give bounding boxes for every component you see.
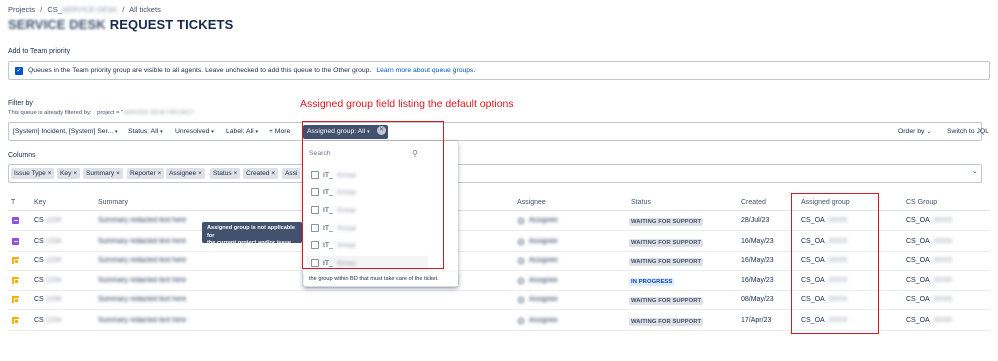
filter-chip-resolution[interactable]: Unresolved ▾	[175, 128, 214, 135]
status-badge: WAITING FOR SUPPORT	[629, 258, 704, 266]
header-created[interactable]: Created	[741, 199, 766, 206]
issue-summary[interactable]: Summary redacted text here	[98, 277, 186, 284]
issue-cs-group: CS_OA_XXXX	[906, 257, 953, 264]
issue-summary[interactable]: Summary redacted text here	[98, 296, 186, 303]
issue-key[interactable]: CS 1234	[34, 238, 61, 245]
issue-assignee: Assignee	[529, 277, 558, 284]
issue-key[interactable]: CS 1234	[34, 217, 61, 224]
header-status[interactable]: Status	[631, 199, 651, 206]
issue-type-icon	[12, 317, 19, 324]
status-badge: IN PROGRESS	[629, 278, 675, 286]
annotation-box-dropdown	[302, 121, 444, 269]
header-assignee[interactable]: Assignee	[517, 199, 546, 206]
avatar	[517, 217, 525, 225]
filter-already-value: project = "	[97, 110, 124, 116]
issue-cs-group: CS_OA_XXXX	[906, 317, 953, 324]
issue-summary[interactable]: Summary redacted text here	[98, 238, 186, 245]
header-summary[interactable]: Summary	[98, 199, 128, 206]
breadcrumb-project-redacted[interactable]: SERVICE DESK	[62, 5, 117, 14]
issue-key[interactable]: CS 1234	[34, 317, 61, 324]
header-key[interactable]: Key	[34, 199, 46, 206]
columns-label: Columns	[8, 152, 36, 159]
column-chip-reporter[interactable]: Reporter ×	[127, 168, 165, 179]
columns-chevron-icon[interactable]: ⌄	[972, 167, 978, 175]
filter-chip-issue-type[interactable]: [System] Incident, [System] Ser... ▾	[13, 128, 118, 135]
breadcrumb: Projects / CS_SERVICE DESK / All tickets	[8, 5, 164, 14]
not-applicable-tooltip: Assigned group is not applicable for the…	[202, 222, 302, 254]
status-badge: WAITING FOR SUPPORT	[629, 239, 704, 247]
learn-more-link[interactable]: Learn more about queue groups.	[376, 67, 475, 74]
filter-already-redacted: SERVICE DESK PROJECT	[123, 110, 195, 116]
status-badge: WAITING FOR SUPPORT	[629, 218, 704, 226]
avatar	[517, 257, 525, 265]
status-badge: WAITING FOR SUPPORT	[629, 297, 704, 305]
more-filters-button[interactable]: + More	[269, 128, 290, 135]
issue-assignee: Assignee	[529, 238, 558, 245]
page-title-text: REQUEST TICKETS	[109, 17, 234, 32]
page-title-redacted: SERVICE DESK	[8, 17, 106, 32]
avatar	[517, 317, 525, 325]
column-chip-assigned-group[interactable]: Assi	[282, 168, 301, 179]
team-priority-text: Queues in the Team priority group are vi…	[28, 67, 372, 74]
issue-created: 16/May/23	[741, 277, 774, 284]
issue-summary[interactable]: Summary redacted text here	[98, 317, 186, 324]
issue-type-icon	[12, 257, 19, 264]
issue-assignee: Assignee	[529, 217, 558, 224]
issue-created: 08/May/23	[741, 296, 774, 303]
annotation-text: Assigned group field listing the default…	[300, 98, 514, 110]
issue-cs-group: CS_OA_XXXX	[906, 277, 953, 284]
column-chip-created[interactable]: Created ×	[243, 168, 279, 179]
filter-already: This queue is already filtered by: proje…	[8, 110, 195, 116]
team-priority-label: Add to Team priority	[8, 48, 71, 55]
header-type: T	[11, 199, 16, 206]
avatar	[517, 277, 525, 285]
breadcrumb-projects[interactable]: Projects	[8, 5, 35, 14]
avatar	[517, 296, 525, 304]
issue-assignee: Assignee	[529, 296, 558, 303]
issue-type-icon	[12, 277, 19, 284]
issue-key[interactable]: CS 1234	[34, 277, 61, 284]
column-chip-status[interactable]: Status ×	[210, 168, 241, 179]
breadcrumb-separator: /	[40, 5, 43, 14]
issue-type-icon	[12, 217, 19, 224]
header-cs-group[interactable]: CS Group	[906, 199, 937, 206]
issue-summary[interactable]: Summary redacted text here	[98, 257, 186, 264]
issue-type-icon	[12, 238, 19, 245]
filter-label: Filter by	[8, 100, 33, 107]
issue-type-icon	[12, 296, 19, 303]
team-priority-box: ✓ Queues in the Team priority group are …	[8, 61, 990, 80]
issue-cs-group: CS_OA_XXXX	[906, 217, 953, 224]
order-by-button[interactable]: Order by ⌄	[898, 128, 931, 135]
breadcrumb-separator: /	[122, 5, 125, 14]
filter-chip-status[interactable]: Status: All ▾	[128, 128, 163, 135]
switch-to-jql-link[interactable]: Switch to JQL	[947, 128, 989, 135]
annotation-box-assigned-group	[791, 193, 879, 334]
column-chip-key[interactable]: Key ×	[57, 168, 81, 179]
issue-cs-group: CS_OA_XXXX	[906, 296, 953, 303]
issue-key[interactable]: CS 1234	[34, 296, 61, 303]
avatar	[517, 238, 525, 246]
issue-cs-group: CS_OA_XXXX	[906, 238, 953, 245]
issue-key[interactable]: CS 1234	[34, 257, 61, 264]
column-chip-summary[interactable]: Summary ×	[83, 168, 123, 179]
issue-created: 16/May/23	[741, 238, 774, 245]
breadcrumb-project[interactable]: CS_	[47, 5, 62, 14]
issue-assignee: Assignee	[529, 317, 558, 324]
status-badge: WAITING FOR SUPPORT	[629, 318, 704, 326]
column-chip-assignee[interactable]: Assignee ×	[166, 168, 205, 179]
issue-created: 28/Jul/23	[741, 217, 770, 224]
issue-created: 16/May/23	[741, 257, 774, 264]
issue-assignee: Assignee	[529, 257, 558, 264]
team-priority-checkbox[interactable]: ✓	[15, 66, 23, 75]
issue-created: 17/Apr/23	[741, 317, 772, 324]
issue-summary[interactable]: Summary redacted text here	[98, 217, 186, 224]
column-chip-issue-type[interactable]: Issue Type ×	[11, 168, 55, 179]
breadcrumb-current[interactable]: All tickets	[129, 5, 161, 14]
field-description: the group within BD that must take care …	[304, 272, 458, 286]
filter-chip-label[interactable]: Label: All ▾	[226, 128, 258, 135]
filter-already-prefix: This queue is already filtered by:	[8, 110, 92, 116]
page-title: SERVICE DESK REQUEST TICKETS	[8, 17, 233, 32]
